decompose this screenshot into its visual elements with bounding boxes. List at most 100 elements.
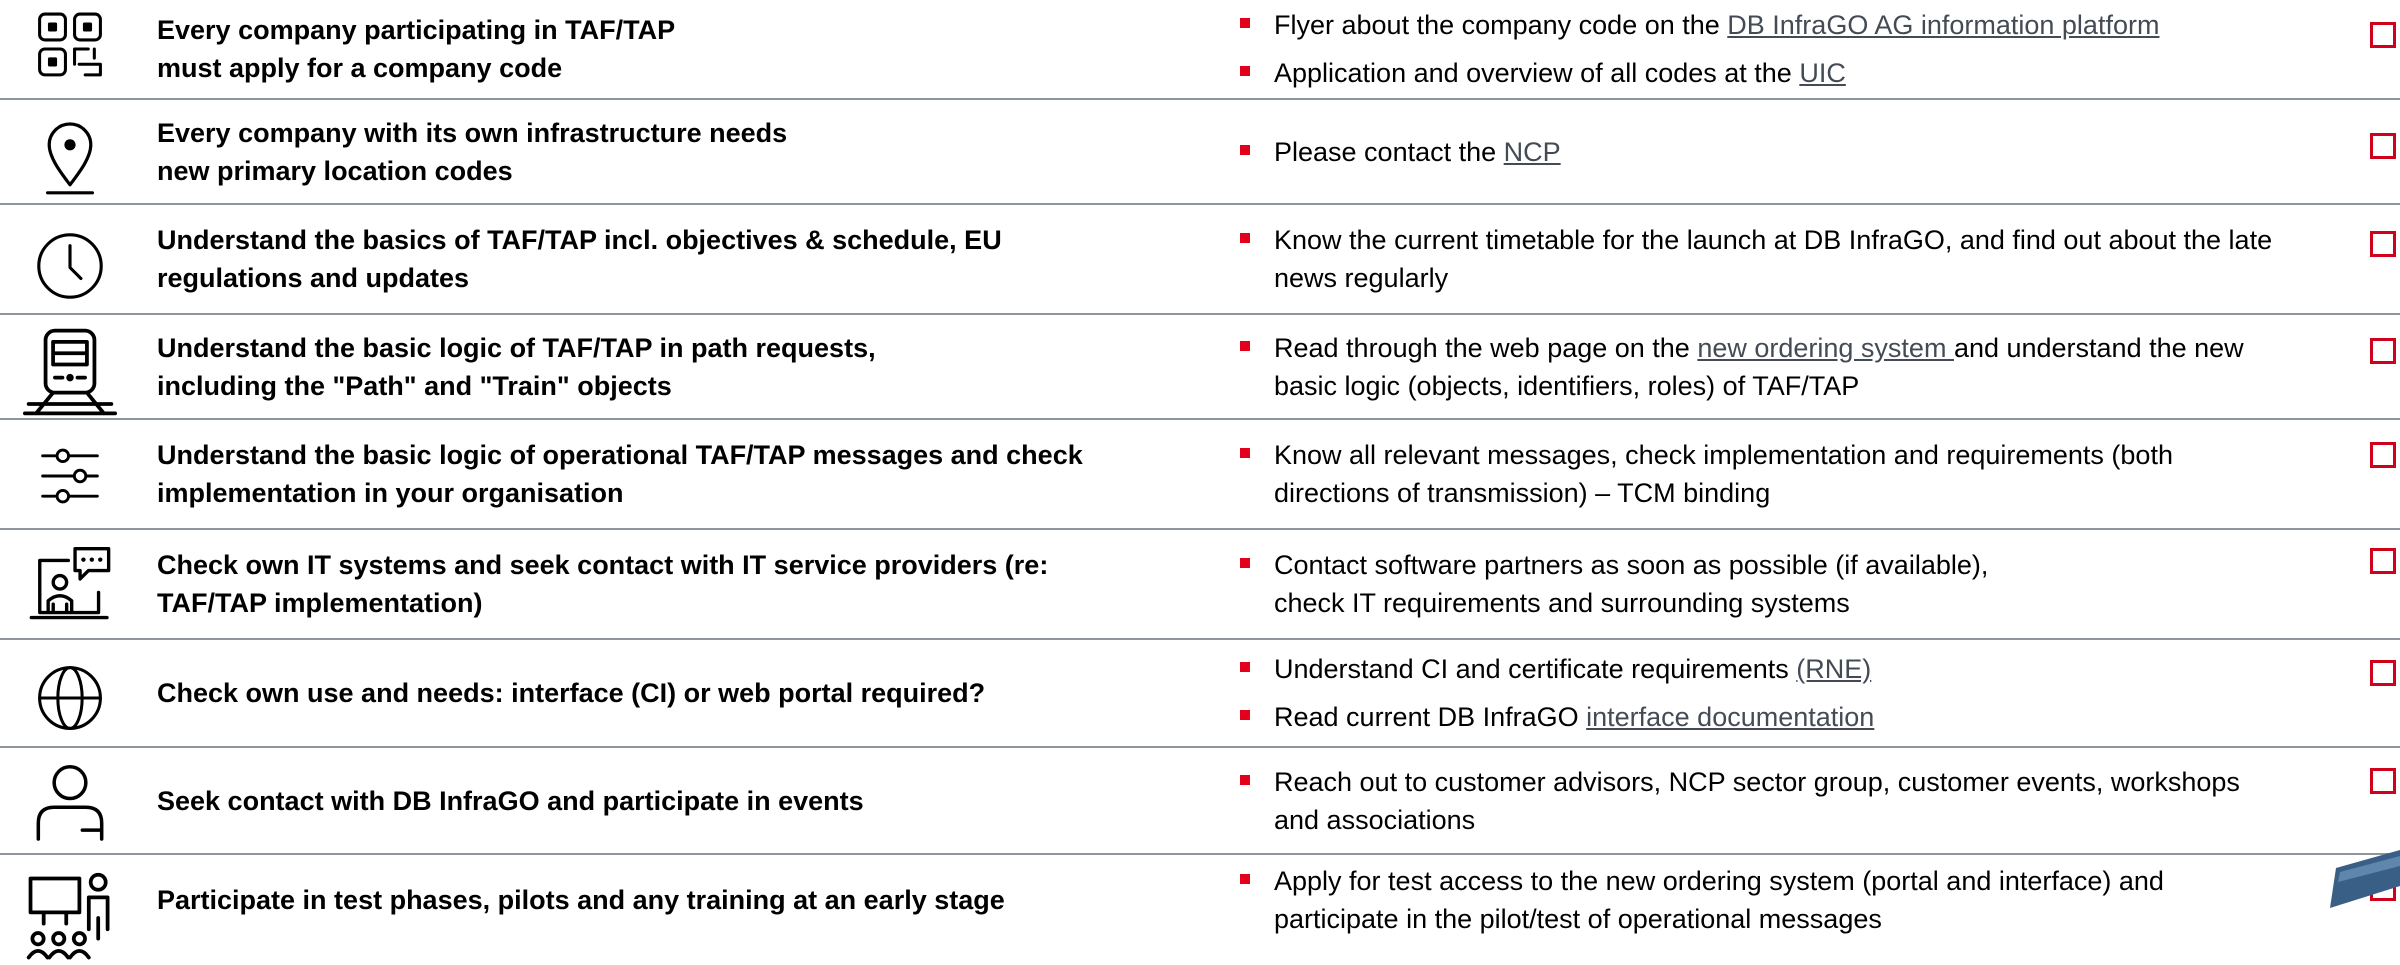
clock-icon (20, 227, 120, 305)
checklist-row: Check own use and needs: interface (CI) … (0, 640, 2400, 746)
bullet-square-icon (1240, 448, 1250, 458)
note-text: and understand the new (1953, 332, 2244, 363)
task-title-line: Check own IT systems and seek contact wi… (157, 550, 1049, 580)
note-text: Apply for test access to the new orderin… (1274, 865, 2164, 896)
action-notes: Contact software partners as soon as pos… (1240, 530, 2370, 638)
task-title: Understand the basics of TAF/TAP incl. o… (157, 205, 1157, 313)
note-line: Know all relevant messages, check implem… (1274, 436, 2370, 474)
note-line: Contact software partners as soon as pos… (1274, 546, 2370, 584)
note-line: Application and overview of all codes at… (1274, 54, 2370, 92)
checkbox[interactable] (2370, 231, 2396, 257)
action-notes: Know all relevant messages, check implem… (1240, 420, 2370, 528)
note-line: news regularly (1274, 259, 2370, 297)
checklist-row: Check own IT systems and seek contact wi… (0, 530, 2400, 638)
note-text: Read through the web page on the (1274, 332, 1698, 363)
note-text: Please contact the (1274, 136, 1504, 167)
checklist-row: Every company participating in TAF/TAP mu… (0, 0, 2400, 98)
checklist-row: Understand the basics of TAF/TAP incl. o… (0, 205, 2400, 313)
action-notes: Know the current timetable for the launc… (1240, 205, 2370, 313)
checklist-row: Every company with its own infrastructur… (0, 100, 2400, 203)
action-note: Flyer about the company code on the DB I… (1240, 6, 2370, 44)
task-title-line: Understand the basics of TAF/TAP incl. o… (157, 225, 1002, 255)
bullet-square-icon (1240, 558, 1250, 568)
action-note: Apply for test access to the new orderin… (1240, 862, 2370, 938)
note-line: participate in the pilot/test of operati… (1274, 900, 2370, 938)
note-text: Contact software partners as soon as pos… (1274, 550, 1989, 580)
note-line: basic logic (objects, identifiers, roles… (1274, 367, 2370, 405)
action-notes: Understand CI and certificate requiremen… (1240, 640, 2370, 746)
it-support-icon (20, 542, 120, 626)
checklist-row: Understand the basic logic of operationa… (0, 420, 2400, 528)
checkbox[interactable] (2370, 338, 2396, 364)
note-text: check IT requirements and surrounding sy… (1274, 588, 1850, 618)
note-text: Read current DB InfraGO (1274, 702, 1587, 732)
action-note: Read through the web page on the new ord… (1240, 329, 2370, 405)
note-text: participate in the pilot/test of operati… (1274, 903, 1882, 934)
note-line: Flyer about the company code on the DB I… (1274, 6, 2370, 44)
note-text: Understand CI and certificate requiremen… (1274, 654, 1797, 684)
checkbox[interactable] (2370, 660, 2396, 686)
checkbox[interactable] (2370, 548, 2396, 574)
task-title-line: must apply for a company code (157, 53, 563, 83)
note-line: Understand CI and certificate requiremen… (1274, 650, 2370, 688)
location-pin-icon (20, 116, 120, 196)
note-line: check IT requirements and surrounding sy… (1274, 584, 2370, 622)
action-notes: Read through the web page on the new ord… (1240, 315, 2370, 418)
bullet-square-icon (1240, 873, 1250, 884)
note-text: Reach out to customer advisors, NCP sect… (1274, 766, 2240, 797)
task-title-line: Understand the basic logic of TAF/TAP in… (157, 332, 876, 363)
note-text: and associations (1274, 804, 1476, 835)
action-notes: Reach out to customer advisors, NCP sect… (1240, 748, 2370, 853)
task-title: Seek contact with DB InfraGO and partici… (157, 748, 1157, 853)
action-note: Application and overview of all codes at… (1240, 54, 2370, 92)
note-line: directions of transmission) – TCM bindin… (1274, 474, 2370, 512)
bullet-square-icon (1240, 662, 1250, 672)
note-link[interactable]: (RNE) (1796, 654, 1871, 684)
sliders-icon (20, 440, 120, 512)
checklist-row: Seek contact with DB InfraGO and partici… (0, 748, 2400, 853)
action-note: Know the current timetable for the launc… (1240, 221, 2370, 297)
bullet-square-icon (1240, 233, 1250, 243)
note-line: Apply for test access to the new orderin… (1274, 862, 2370, 900)
bullet-square-icon (1240, 340, 1250, 351)
note-link[interactable]: DB InfraGO AG information platform (1727, 10, 2159, 40)
checklist: Every company participating in TAF/TAP mu… (0, 0, 2400, 960)
note-text: Application and overview of all codes at… (1274, 58, 1800, 88)
task-title-line: Seek contact with DB InfraGO and partici… (157, 785, 864, 816)
note-text: Flyer about the company code on the (1274, 10, 1728, 40)
note-text: directions of transmission) – TCM bindin… (1274, 478, 1771, 508)
bullet-square-icon (1240, 144, 1250, 155)
globe-icon (20, 660, 120, 736)
checkbox[interactable] (2370, 442, 2396, 468)
task-title-line: TAF/TAP implementation) (157, 588, 483, 618)
task-title-line: Check own use and needs: interface (CI) … (157, 678, 986, 708)
note-link[interactable]: UIC (1799, 58, 1846, 88)
note-text: Know the current timetable for the launc… (1274, 225, 2273, 255)
task-title-line: implementation in your organisation (157, 478, 624, 508)
note-link[interactable]: NCP (1504, 137, 1561, 167)
task-title-line: regulations and updates (157, 263, 470, 293)
checklist-row: Understand the basic logic of TAF/TAP in… (0, 315, 2400, 418)
note-text: Know all relevant messages, check implem… (1274, 440, 2173, 470)
checkbox[interactable] (2370, 133, 2396, 159)
note-link[interactable]: new ordering system (1697, 333, 1954, 363)
train-icon (20, 325, 120, 419)
training-presentation-icon (20, 871, 120, 965)
note-text: basic logic (objects, identifiers, roles… (1274, 370, 1860, 401)
action-note: Please contact the NCP (1240, 133, 2370, 171)
bullet-square-icon (1240, 710, 1250, 720)
task-title-line: new primary location codes (157, 155, 513, 186)
note-link[interactable]: interface documentation (1586, 702, 1874, 732)
decorative-blue-shape (2330, 850, 2400, 908)
task-title: Check own IT systems and seek contact wi… (157, 530, 1157, 638)
checkbox[interactable] (2370, 22, 2396, 48)
note-line: Reach out to customer advisors, NCP sect… (1274, 763, 2370, 801)
task-title: Every company with its own infrastructur… (157, 100, 1157, 203)
task-title: Understand the basic logic of TAF/TAP in… (157, 315, 1157, 418)
task-title-line: Every company participating in TAF/TAP (157, 15, 676, 45)
action-notes: Please contact the NCP (1240, 100, 2370, 203)
note-line: Please contact the NCP (1274, 133, 2370, 171)
checkbox[interactable] (2370, 768, 2396, 794)
action-note: Read current DB InfraGO interface docume… (1240, 698, 2370, 736)
note-line: Read current DB InfraGO interface docume… (1274, 698, 2370, 736)
